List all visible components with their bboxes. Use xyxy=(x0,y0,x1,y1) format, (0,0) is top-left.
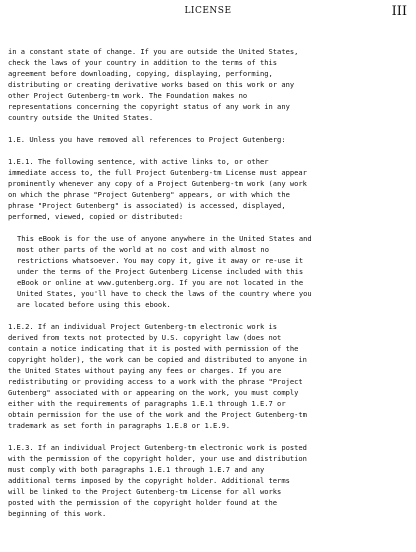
text-line: must comply with both paragraphs 1.E.1 t… xyxy=(8,465,265,474)
text-line: will be linked to the Project Gutenberg-… xyxy=(8,487,282,496)
text-line: other Project Gutenberg-tm work. The Fou… xyxy=(8,91,248,100)
text-line: restrictions whatsoever. You may copy it… xyxy=(17,256,304,265)
text-line: redistributing or providing access to a … xyxy=(8,377,303,386)
text-line: trademark as set forth in paragraphs 1.E… xyxy=(8,421,231,430)
text-line: are located before using this ebook. xyxy=(17,300,171,309)
paragraph-continuation: in a constant state of change. If you ar… xyxy=(8,46,408,123)
paragraph-quote: This eBook is for the use of anyone anyw… xyxy=(8,233,408,310)
paragraph-1e1: 1.E.1. The following sentence, with acti… xyxy=(8,156,408,222)
text-line: check the laws of your country in additi… xyxy=(8,58,278,67)
text-line: 1.E.1. The following sentence, with acti… xyxy=(8,157,269,166)
paragraph-1e2: 1.E.2. If an individual Project Gutenber… xyxy=(8,321,408,431)
text-line: prominently whenever any copy of a Proje… xyxy=(8,179,307,188)
document-page: LICENSE III in a constant state of chang… xyxy=(0,0,416,552)
text-line: most other parts of the world at no cost… xyxy=(17,245,269,254)
text-line: country outside the United States. xyxy=(8,113,154,122)
paragraph-1e: 1.E. Unless you have removed all referen… xyxy=(8,134,408,145)
paragraph-1e3: 1.E.3. If an individual Project Gutenber… xyxy=(8,442,408,519)
text-line: in a constant state of change. If you ar… xyxy=(8,47,299,56)
page-number: III xyxy=(391,4,407,19)
text-line: either with the requirements of paragrap… xyxy=(8,399,286,408)
text-line: Gutenberg" associated with or appearing … xyxy=(8,388,299,397)
text-line: with the permission of the copyright hol… xyxy=(8,454,307,463)
text-line: beginning of this work. xyxy=(8,509,107,518)
text-line: additional terms imposed by the copyrigh… xyxy=(8,476,290,485)
text-line: obtain permission for the use of the wor… xyxy=(8,410,307,419)
text-line: under the terms of the Project Gutenberg… xyxy=(17,267,304,276)
text-line: performed, viewed, copied or distributed… xyxy=(8,212,184,221)
text-line: distributing or creating derivative work… xyxy=(8,80,295,89)
text-line: eBook or online at www.gutenberg.org. If… xyxy=(17,278,304,287)
text-line: derived from texts not protected by U.S.… xyxy=(8,333,282,342)
document-body: in a constant state of change. If you ar… xyxy=(8,46,408,519)
text-line: the United States without paying any fee… xyxy=(8,366,282,375)
text-line: representations concerning the copyright… xyxy=(8,102,290,111)
text-line: United States, you'll have to check the … xyxy=(17,289,312,298)
text-line: immediate access to, the full Project Gu… xyxy=(8,168,307,177)
text-line: agreement before downloading, copying, d… xyxy=(8,69,273,78)
text-line: copyright holder), the work can be copie… xyxy=(8,355,307,364)
text-line: 1.E.2. If an individual Project Gutenber… xyxy=(8,322,278,331)
text-line: phrase "Project Gutenberg" is associated… xyxy=(8,201,286,210)
text-line: on which the phrase "Project Gutenberg" … xyxy=(8,190,290,199)
text-line: 1.E. Unless you have removed all referen… xyxy=(8,135,286,144)
page-header: LICENSE III xyxy=(0,4,416,20)
text-line: This eBook is for the use of anyone anyw… xyxy=(17,234,312,243)
running-head: LICENSE xyxy=(184,6,232,16)
text-line: posted with the permission of the copyri… xyxy=(8,498,278,507)
text-line: contain a notice indicating that it is p… xyxy=(8,344,299,353)
text-line: 1.E.3. If an individual Project Gutenber… xyxy=(8,443,307,452)
